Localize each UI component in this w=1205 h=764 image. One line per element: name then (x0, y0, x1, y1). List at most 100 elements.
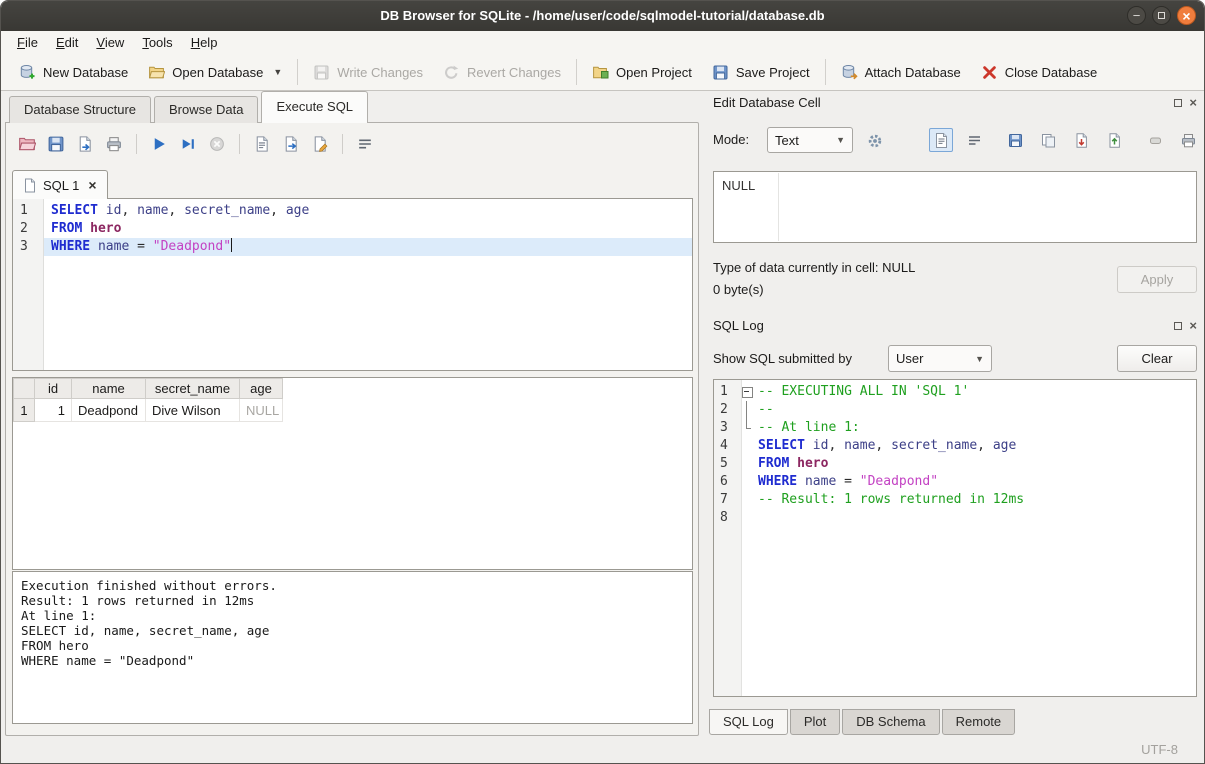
execute-all-button[interactable] (146, 131, 172, 157)
cell-age[interactable]: NULL (240, 399, 283, 422)
dock-tab-plot[interactable]: Plot (790, 709, 840, 735)
execute-current-line-button[interactable] (175, 131, 201, 157)
dock-tab-remote[interactable]: Remote (942, 709, 1016, 735)
save-project-button[interactable]: Save Project (702, 57, 820, 88)
log-filter-combobox[interactable]: User ▼ (888, 345, 992, 372)
column-header-id[interactable]: id (35, 379, 72, 399)
cell-secret_name[interactable]: Dive Wilson (146, 399, 240, 422)
code-line[interactable]: 5FROM hero (714, 455, 1196, 473)
format-sql-icon (311, 135, 329, 153)
fold-margin (741, 401, 754, 419)
column-header-age[interactable]: age (240, 379, 283, 399)
row-header[interactable]: 1 (14, 399, 35, 422)
tab-browse-data[interactable]: Browse Data (154, 96, 258, 123)
menu-view[interactable]: View (87, 31, 133, 54)
code-line[interactable]: 6WHERE name = "Deadpond" (714, 473, 1196, 491)
menu-tools[interactable]: Tools (133, 31, 181, 54)
float-dock-icon[interactable] (1174, 99, 1182, 107)
menu-file[interactable]: File (8, 31, 47, 54)
open-file-button[interactable] (1003, 128, 1027, 152)
save-sql-file-as-button[interactable] (72, 131, 98, 157)
fold-marker-icon[interactable] (741, 383, 754, 401)
line-number: 1 (714, 383, 741, 401)
code-line[interactable]: 1-- EXECUTING ALL IN 'SQL 1' (714, 383, 1196, 401)
auto-switch-mode-button[interactable] (861, 128, 888, 153)
apply-button: Apply (1117, 266, 1197, 293)
code-line[interactable]: 3-- At line 1: (714, 419, 1196, 437)
header-filler (283, 379, 692, 399)
code-line[interactable]: 8 (714, 509, 1196, 527)
format-sql-button[interactable] (307, 131, 333, 157)
code-text: -- (754, 401, 1196, 419)
line-number: 4 (714, 437, 741, 455)
text-cursor (231, 238, 232, 252)
execution-log[interactable]: Execution finished without errors. Resul… (12, 571, 693, 724)
corner-header (14, 379, 35, 399)
column-header-secret_name[interactable]: secret_name (146, 379, 240, 399)
encoding-indicator[interactable]: UTF-8 (1141, 742, 1178, 757)
sql-editor[interactable]: 1SELECT id, name, secret_name, age2FROM … (12, 198, 693, 371)
sql-log-view[interactable]: 1-- EXECUTING ALL IN 'SQL 1'2 --3-- At li… (713, 379, 1197, 697)
execute-all-icon (150, 135, 168, 153)
attach-database-button[interactable]: Attach Database (831, 57, 971, 88)
close-button[interactable]: × (1177, 6, 1196, 25)
sql-file-tab[interactable]: SQL 1 × (12, 170, 108, 199)
code-text: SELECT id, name, secret_name, age (754, 437, 1196, 455)
log-filter-label: Show SQL submitted by (713, 351, 852, 366)
dock-tab-sql-log[interactable]: SQL Log (709, 709, 788, 735)
open-database-button[interactable]: Open Database ▼ (138, 57, 292, 88)
menu-edit[interactable]: Edit (47, 31, 87, 54)
dock-tab-label: SQL Log (723, 714, 774, 729)
cell-id[interactable]: 1 (35, 399, 72, 422)
set-null-button[interactable] (1143, 128, 1167, 152)
print-button[interactable] (101, 131, 127, 157)
open-project-button[interactable]: Open Project (582, 57, 702, 88)
code-line[interactable]: 1SELECT id, name, secret_name, age (13, 202, 692, 220)
code-line[interactable]: 2FROM hero (13, 220, 692, 238)
open-sql-file-button[interactable] (14, 131, 40, 157)
menu-help[interactable]: Help (182, 31, 227, 54)
code-line[interactable]: 2 -- (714, 401, 1196, 419)
new-database-button[interactable]: New Database (9, 57, 138, 88)
save-sql-file-button[interactable] (43, 131, 69, 157)
copy-button[interactable] (1036, 128, 1060, 152)
open-results-button[interactable] (249, 131, 275, 157)
column-header-name[interactable]: name (72, 379, 146, 399)
minimize-button[interactable]: − (1127, 6, 1146, 25)
chevron-down-icon[interactable]: ▼ (273, 67, 282, 77)
results-grid[interactable]: idnamesecret_nameage11DeadpondDive Wilso… (13, 378, 692, 422)
write-changes-label: Write Changes (337, 65, 423, 80)
set-null-icon (1147, 132, 1164, 149)
word-wrap-button[interactable] (352, 131, 378, 157)
sql-editor-lines: 1SELECT id, name, secret_name, age2FROM … (13, 199, 692, 256)
open-database-icon (148, 64, 165, 81)
maximize-button[interactable] (1152, 6, 1171, 25)
mode-combobox[interactable]: Text ▼ (767, 127, 853, 153)
print-cell-button[interactable] (1176, 128, 1200, 152)
fold-margin (741, 455, 754, 473)
close-tab-icon[interactable]: × (88, 177, 96, 193)
code-line[interactable]: 4 SELECT id, name, secret_name, age (714, 437, 1196, 455)
export-results-button[interactable] (278, 131, 304, 157)
close-dock-icon[interactable]: × (1189, 98, 1197, 108)
code-line[interactable]: 3WHERE name = "Deadpond" (13, 238, 692, 256)
cell-name[interactable]: Deadpond (72, 399, 146, 422)
minimize-icon: − (1133, 8, 1141, 23)
right-dock: Edit Database Cell × Mode: Text ▼ NULL T… (703, 91, 1205, 737)
code-line[interactable]: 7-- Result: 1 rows returned in 12ms (714, 491, 1196, 509)
import-button[interactable] (1069, 128, 1093, 152)
word-wrap-button[interactable] (962, 128, 986, 152)
tab-execute-sql[interactable]: Execute SQL (261, 91, 368, 123)
close-dock-icon[interactable]: × (1189, 321, 1197, 331)
clear-log-button[interactable]: Clear (1117, 345, 1197, 372)
export-button[interactable] (1102, 128, 1126, 152)
cell-editor[interactable]: NULL (713, 171, 1197, 243)
line-number: 2 (714, 401, 741, 419)
stop-button (204, 131, 230, 157)
text-view-button[interactable] (929, 128, 953, 152)
close-database-button[interactable]: Close Database (971, 57, 1108, 88)
tab-database-structure[interactable]: Database Structure (9, 96, 151, 123)
dock-tab-db-schema[interactable]: DB Schema (842, 709, 939, 735)
sql-log-title: SQL Log (713, 318, 764, 333)
float-dock-icon[interactable] (1174, 322, 1182, 330)
